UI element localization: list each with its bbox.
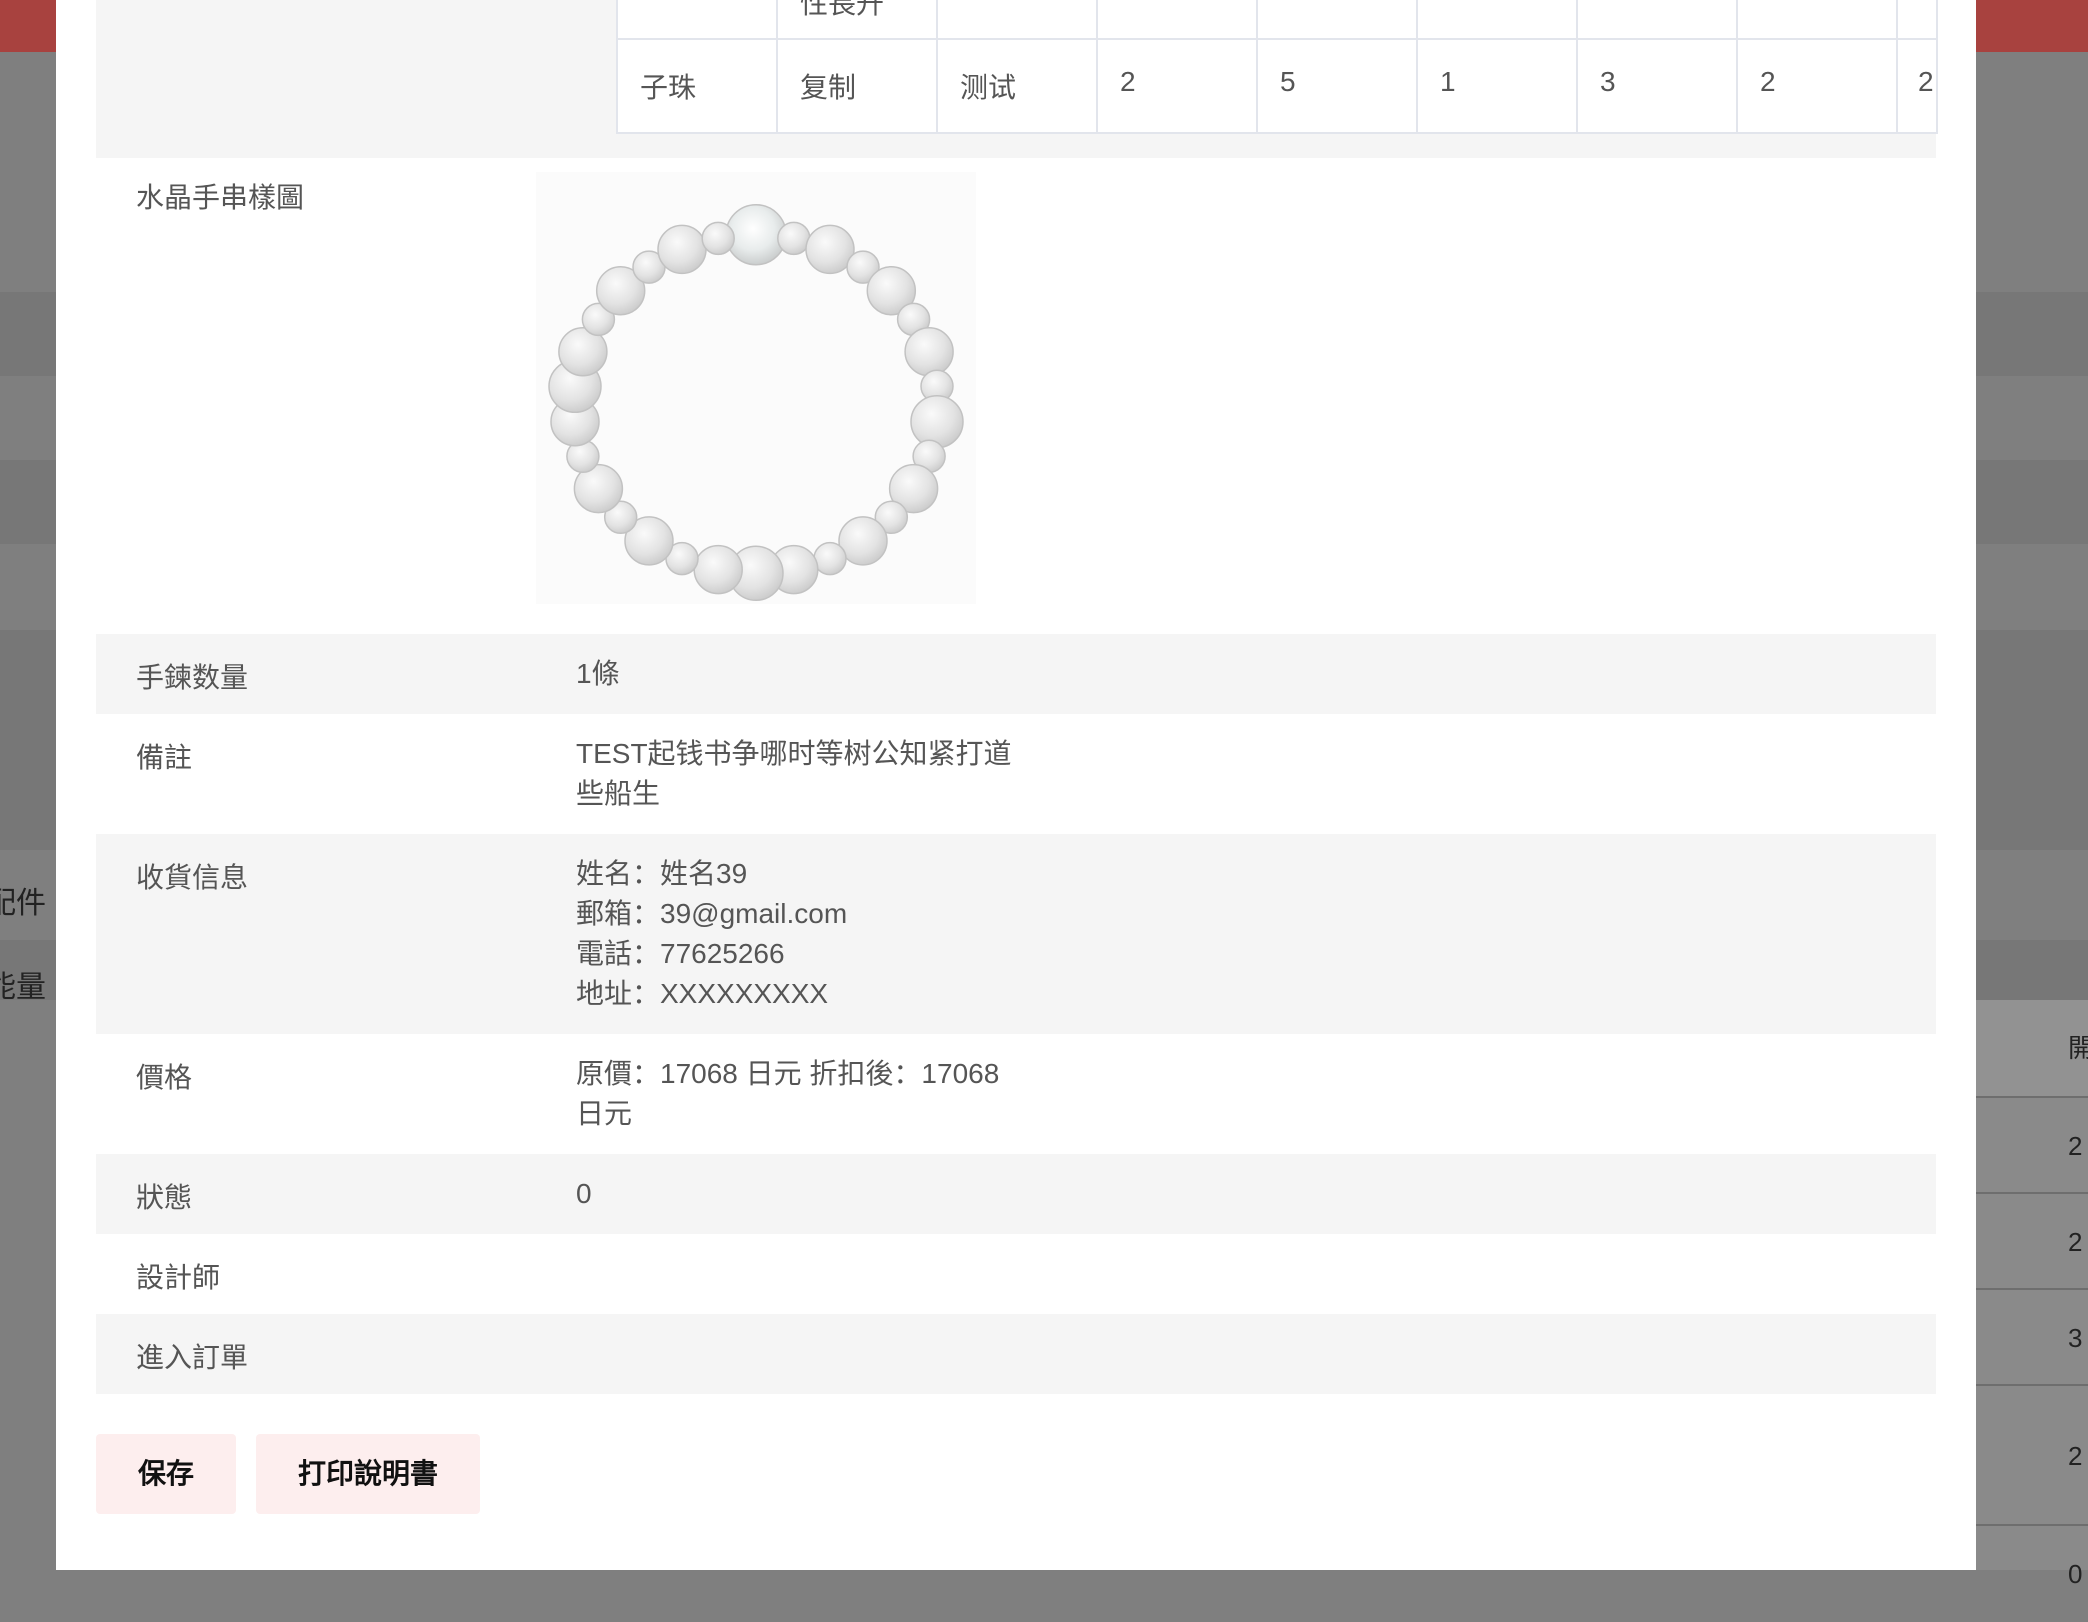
bead-table-row: 性長升 子珠 复制 测试 2 5 1 3 2 2	[96, 0, 1938, 158]
shipping-info-value: 姓名：姓名39 郵箱：39@gmail.com 電話：77625266 地址：X…	[576, 854, 847, 1014]
price-value: 原價：17068 日元 折扣後：17068 日元	[576, 1054, 999, 1134]
background-table-cell: 2	[1976, 1192, 2088, 1288]
bead-table-cell: 2	[1898, 40, 1938, 134]
sample-image-label: 水晶手串樣圖	[136, 182, 305, 213]
bead-table-header-cell	[1098, 0, 1258, 40]
bead	[904, 326, 954, 377]
price-line: 日元	[576, 1098, 633, 1129]
quantity-row: 手鍊数量 1條	[96, 634, 1936, 714]
shipping-name: 姓名：姓名39	[576, 858, 748, 889]
print-manual-button[interactable]: 打印說明書	[256, 1434, 480, 1514]
bead	[813, 541, 847, 576]
shipping-info-row: 收貨信息 姓名：姓名39 郵箱：39@gmail.com 電話：77625266…	[96, 834, 1936, 1034]
remark-row: 備註 TEST起钱书争哪时等树公知紧打道 些船生	[96, 714, 1936, 834]
background-table-cell: 2	[1976, 1384, 2088, 1524]
bead-table-header-text: 性長升	[800, 0, 885, 19]
price-line: 原價：17068 日元 折扣後：17068	[576, 1058, 1000, 1089]
bead-table-cell-text: 5	[1280, 66, 1296, 97]
bead	[701, 221, 735, 256]
background-label-accessories: 配件	[0, 887, 46, 920]
remark-line: 些船生	[576, 778, 661, 809]
background-table: 開 2 2 3 2 0	[1976, 1000, 2088, 1589]
bead	[910, 394, 964, 449]
main-bead	[725, 203, 787, 266]
background-label-energy: 能量	[0, 971, 46, 1004]
bead-table-cell: 子珠	[618, 40, 778, 134]
bead-table-header-cell	[1898, 0, 1938, 40]
bead-table-cell-text: 2	[1918, 66, 1934, 97]
status-row: 狀態 0	[96, 1154, 1936, 1234]
bead-table-cell: 2	[1098, 40, 1258, 134]
background-table-header: 開	[1976, 1000, 2088, 1096]
remark-line: TEST起钱书争哪时等树公知紧打道	[576, 738, 1012, 769]
shipping-address: 地址：XXXXXXXXX	[576, 978, 829, 1009]
bead-table-cell-text: 2	[1120, 66, 1136, 97]
shipping-email: 郵箱：39@gmail.com	[576, 898, 848, 929]
status-value: 0	[576, 1178, 592, 1209]
save-button[interactable]: 保存	[96, 1434, 236, 1514]
status-label: 狀態	[136, 1182, 193, 1213]
bead-table-header-cell	[1578, 0, 1738, 40]
bracelet-sample-image	[536, 172, 976, 604]
bead-table-cell: 测试	[938, 40, 1098, 134]
designer-row: 設計師	[96, 1234, 1936, 1314]
bead-table-header-cell	[1738, 0, 1898, 40]
bead-table-cell: 1	[1418, 40, 1578, 134]
bead-table-cell-text: 1	[1440, 66, 1456, 97]
bead	[657, 224, 707, 275]
bead-table: 性長升 子珠 复制 测试 2 5 1 3 2 2	[616, 0, 1938, 134]
bead-table-cell: 5	[1258, 40, 1418, 134]
designer-label: 設計師	[136, 1262, 221, 1293]
shipping-phone: 電話：77625266	[576, 938, 785, 969]
bead	[777, 221, 811, 256]
remark-value: TEST起钱书争哪时等树公知紧打道 些船生	[576, 734, 1012, 814]
quantity-label: 手鍊数量	[136, 662, 249, 693]
bead-table-cell: 复制	[778, 40, 938, 134]
bead-table-header-cell	[1418, 0, 1578, 40]
bead-table-cell-text: 复制	[800, 72, 857, 103]
enter-order-row: 進入訂單	[96, 1314, 1936, 1394]
order-detail-modal: 性長升 子珠 复制 测试 2 5 1 3 2 2 水晶手串樣圖 手鍊数量 1條 …	[56, 0, 1976, 1570]
bead-table-cell: 2	[1738, 40, 1898, 134]
bead-table-header-cell	[938, 0, 1098, 40]
bead	[693, 544, 743, 595]
sample-image-row: 水晶手串樣圖	[96, 158, 1936, 634]
bead-type: 子珠	[640, 72, 697, 103]
remark-label: 備註	[136, 742, 193, 773]
background-table-cell: 0	[1976, 1524, 2088, 1620]
price-label: 價格	[136, 1062, 193, 1093]
bead-table-cell-text: 测试	[960, 72, 1017, 103]
bead-table-header-cell: 性長升	[778, 0, 938, 40]
enter-order-label: 進入訂單	[136, 1342, 249, 1373]
price-row: 價格 原價：17068 日元 折扣後：17068 日元	[96, 1034, 1936, 1154]
bead-table-header-cell	[1258, 0, 1418, 40]
bead-table-cell-text: 2	[1760, 66, 1776, 97]
bead-table-cell: 3	[1578, 40, 1738, 134]
bead-table-header-cell	[618, 0, 778, 40]
background-table-cell: 3	[1976, 1288, 2088, 1384]
background-table-cell: 2	[1976, 1096, 2088, 1192]
quantity-value: 1條	[576, 658, 620, 689]
bead-table-cell-text: 3	[1600, 66, 1616, 97]
shipping-info-label: 收貨信息	[136, 862, 249, 893]
